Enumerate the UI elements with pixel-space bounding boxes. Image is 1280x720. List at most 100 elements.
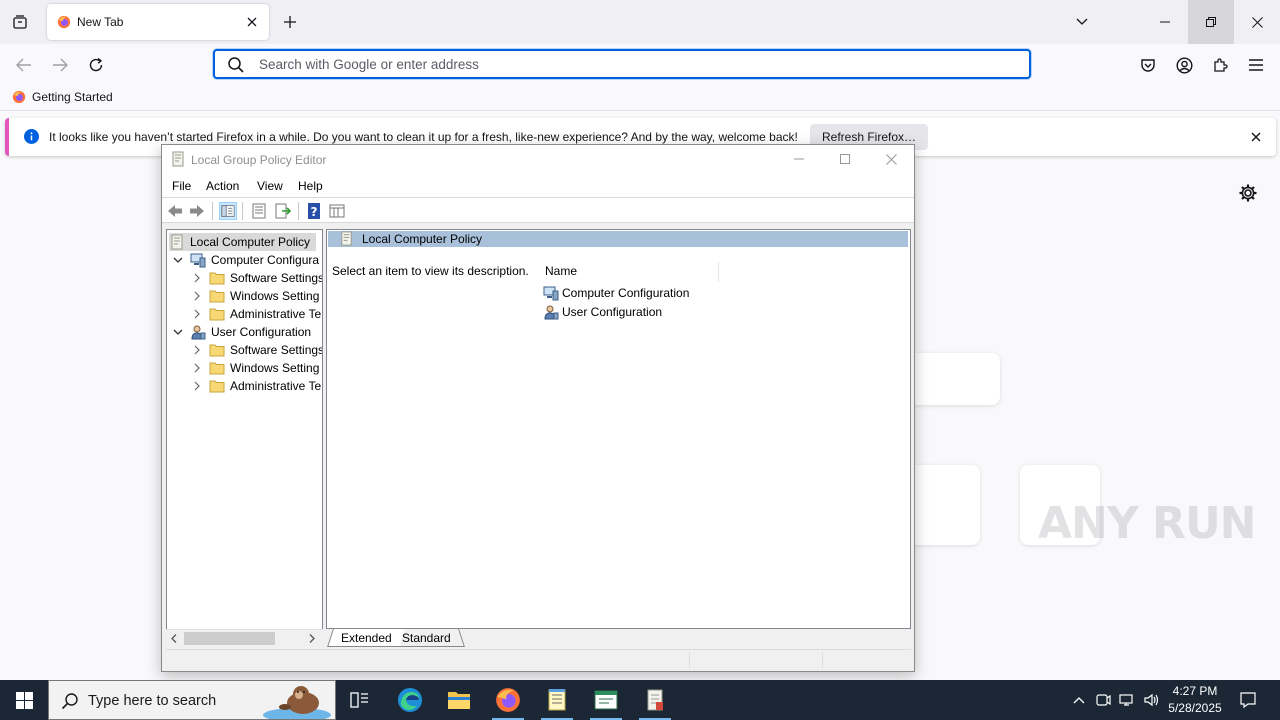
show-hide-tree-icon[interactable] bbox=[219, 202, 237, 220]
expand-chevron-icon[interactable] bbox=[191, 272, 203, 284]
task-view-icon bbox=[350, 692, 368, 708]
column-header-name[interactable]: Name bbox=[545, 262, 719, 282]
folder-icon bbox=[209, 344, 225, 357]
info-icon bbox=[24, 129, 39, 144]
taskbar-firefox[interactable] bbox=[484, 680, 532, 720]
help-icon[interactable]: ? bbox=[306, 202, 324, 220]
close-icon bbox=[1251, 16, 1263, 28]
properties-icon[interactable] bbox=[250, 202, 268, 220]
tree-item-administrative-templates[interactable]: Administrative Te bbox=[191, 377, 321, 395]
windows-logo-icon bbox=[15, 691, 33, 709]
window-title-bar[interactable]: Local Group Policy Editor bbox=[162, 145, 914, 173]
collapse-chevron-icon[interactable] bbox=[172, 326, 184, 338]
folder-icon bbox=[448, 692, 470, 709]
gpe-minimize-button[interactable] bbox=[776, 145, 822, 173]
list-item-user-configuration[interactable]: User Configuration bbox=[543, 303, 662, 321]
pocket-button[interactable] bbox=[1136, 53, 1160, 77]
address-input[interactable] bbox=[259, 54, 999, 74]
details-header-title: Local Computer Policy bbox=[362, 232, 483, 246]
firefox-view-icon bbox=[13, 15, 27, 29]
search-card[interactable] bbox=[900, 353, 1000, 405]
taskbar-group-policy[interactable] bbox=[631, 680, 679, 720]
tree-item-windows-settings[interactable]: Windows Setting bbox=[191, 359, 319, 377]
tab-standard[interactable]: Standard bbox=[389, 629, 465, 647]
expand-chevron-icon[interactable] bbox=[191, 362, 203, 374]
taskbar-terminal-window[interactable] bbox=[582, 680, 630, 720]
tree-label: Local Computer Policy bbox=[190, 235, 311, 249]
menu-file[interactable]: File bbox=[172, 179, 191, 193]
tray-volume[interactable] bbox=[1142, 680, 1160, 720]
tray-network[interactable] bbox=[1118, 680, 1136, 720]
list-item-computer-configuration[interactable]: Computer Configuration bbox=[543, 284, 689, 302]
filter-options-icon[interactable] bbox=[328, 202, 346, 220]
extensions-button[interactable] bbox=[1208, 53, 1232, 77]
new-tab-button[interactable] bbox=[280, 12, 300, 32]
tree-item-local-computer-policy[interactable]: Local Computer Policy bbox=[169, 233, 317, 251]
notification-center-button[interactable] bbox=[1234, 680, 1262, 720]
scroll-left-icon bbox=[171, 634, 177, 643]
tree-label: User Configuration bbox=[211, 325, 312, 339]
tree-item-computer-configuration[interactable]: Computer Configura bbox=[172, 251, 319, 269]
tree-item-user-configuration[interactable]: User Configuration bbox=[172, 323, 311, 341]
folder-icon bbox=[209, 308, 225, 321]
bookmarks-toolbar: Getting Started bbox=[0, 86, 1280, 110]
taskbar-search-box[interactable]: Type here to search bbox=[48, 680, 336, 720]
expand-chevron-icon[interactable] bbox=[191, 380, 203, 392]
details-header: Local Computer Policy bbox=[328, 231, 908, 247]
user-icon bbox=[544, 305, 559, 320]
scrollbar-thumb[interactable] bbox=[184, 632, 275, 645]
folder-icon bbox=[209, 272, 225, 285]
browser-close-button[interactable] bbox=[1234, 0, 1280, 44]
tree-label: Administrative Te bbox=[230, 379, 322, 393]
browser-minimize-button[interactable] bbox=[1142, 0, 1188, 44]
computer-icon bbox=[190, 253, 206, 268]
expand-chevron-icon[interactable] bbox=[191, 344, 203, 356]
meet-now-icon bbox=[1096, 694, 1111, 706]
list-item-label: Computer Configuration bbox=[562, 286, 690, 300]
back-arrow-icon[interactable] bbox=[166, 202, 184, 220]
expand-chevron-icon[interactable] bbox=[191, 308, 203, 320]
console-tree: Local Computer Policy Computer Configura… bbox=[166, 229, 323, 647]
menu-help[interactable]: Help bbox=[298, 179, 323, 193]
export-list-icon[interactable] bbox=[274, 202, 292, 220]
bookmark-getting-started[interactable]: Getting Started bbox=[12, 90, 113, 104]
tree-item-software-settings[interactable]: Software Settings bbox=[191, 269, 322, 287]
gpe-close-button[interactable] bbox=[868, 145, 914, 173]
policy-scroll-icon bbox=[172, 151, 184, 167]
back-button[interactable] bbox=[12, 53, 36, 77]
account-button[interactable] bbox=[1172, 53, 1196, 77]
search-icon bbox=[228, 57, 244, 73]
expand-chevron-icon[interactable] bbox=[191, 290, 203, 302]
forward-button[interactable] bbox=[48, 53, 72, 77]
firefox-view-button[interactable] bbox=[8, 10, 32, 34]
tree-horizontal-scrollbar[interactable] bbox=[166, 629, 323, 647]
taskbar-file-explorer[interactable] bbox=[435, 680, 483, 720]
menu-view[interactable]: View bbox=[257, 179, 283, 193]
list-all-tabs-button[interactable] bbox=[1072, 12, 1092, 32]
address-bar[interactable] bbox=[213, 49, 1031, 79]
tree-item-software-settings[interactable]: Software Settings bbox=[191, 341, 322, 359]
tree-item-windows-settings[interactable]: Windows Setting bbox=[191, 287, 319, 305]
show-hidden-icons-button[interactable] bbox=[1070, 680, 1088, 720]
taskbar-clock[interactable]: 4:27 PM 5/28/2025 bbox=[1166, 683, 1224, 717]
browser-restore-button[interactable] bbox=[1188, 0, 1234, 44]
tray-meet-now[interactable] bbox=[1094, 680, 1112, 720]
app-menu-button[interactable] bbox=[1244, 53, 1268, 77]
edge-icon bbox=[398, 688, 422, 712]
gpe-maximize-button[interactable] bbox=[822, 145, 868, 173]
taskbar-edge[interactable] bbox=[386, 680, 434, 720]
forward-arrow-icon[interactable] bbox=[188, 202, 206, 220]
menu-action[interactable]: Action bbox=[206, 179, 239, 193]
reload-button[interactable] bbox=[84, 53, 108, 77]
start-button[interactable] bbox=[0, 680, 48, 720]
notification-close-button[interactable] bbox=[1248, 129, 1264, 145]
gear-icon[interactable] bbox=[1238, 183, 1258, 203]
taskbar-notepad[interactable] bbox=[533, 680, 581, 720]
browser-tab-new-tab[interactable]: New Tab bbox=[47, 4, 269, 40]
tab-close-button[interactable] bbox=[243, 13, 261, 31]
pocket-icon bbox=[1141, 59, 1155, 72]
task-view-button[interactable] bbox=[336, 680, 384, 720]
collapse-chevron-icon[interactable] bbox=[172, 254, 184, 266]
tree-item-administrative-templates[interactable]: Administrative Te bbox=[191, 305, 321, 323]
watermark: ANY RUN bbox=[1038, 498, 1256, 549]
